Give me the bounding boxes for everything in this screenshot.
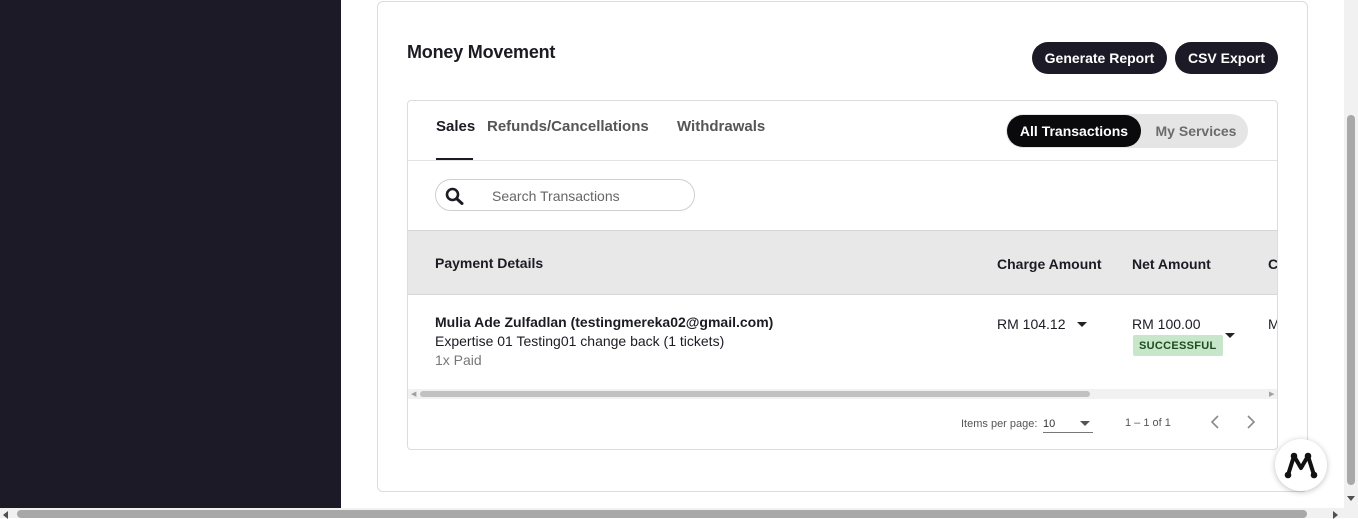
scroll-down-arrow-icon[interactable] — [1347, 496, 1355, 501]
tab-refunds-cancellations[interactable]: Refunds/Cancellations — [487, 118, 649, 135]
header-payment-details: Payment Details — [435, 255, 544, 271]
items-per-page-select[interactable]: 10 — [1043, 415, 1093, 433]
header-charge-amount: Charge Amount — [997, 256, 1102, 272]
charge-amount: RM 104.12 — [997, 316, 1066, 332]
money-movement-card: Money Movement Generate Report CSV Expor… — [377, 1, 1308, 492]
tab-withdrawals[interactable]: Withdrawals — [677, 118, 765, 135]
net-amount: RM 100.00 — [1132, 316, 1201, 332]
items-per-page-value: 10 — [1043, 418, 1056, 430]
page-horizontal-scrollbar[interactable] — [0, 508, 1358, 519]
header-truncated-column: C — [1268, 256, 1278, 272]
mereka-logo-icon — [1284, 452, 1318, 479]
my-services-toggle[interactable]: My Services — [1146, 115, 1246, 147]
page-range-label: 1 – 1 of 1 — [1125, 417, 1171, 429]
table-scroll-thumb[interactable] — [420, 391, 1090, 397]
all-transactions-toggle[interactable]: All Transactions — [1007, 115, 1141, 147]
status-badge: SUCCESSFUL — [1133, 335, 1223, 356]
previous-page-button[interactable] — [1205, 412, 1225, 432]
generate-report-button[interactable]: Generate Report — [1032, 42, 1167, 74]
payment-count: 1x Paid — [435, 352, 482, 368]
page-title: Money Movement — [407, 42, 556, 62]
net-dropdown-icon[interactable] — [1225, 333, 1235, 338]
next-page-button[interactable] — [1241, 412, 1261, 432]
search-icon[interactable] — [445, 187, 465, 205]
table-header: Payment Details Charge Amount Net Amount… — [408, 230, 1277, 295]
chevron-down-icon — [1080, 421, 1090, 426]
horizontal-scroll-thumb[interactable] — [17, 510, 1307, 518]
transactions-panel: Sales Refunds/Cancellations Withdrawals … — [407, 100, 1278, 450]
vertical-scroll-thumb[interactable] — [1347, 115, 1355, 485]
items-per-page-label: Items per page: — [961, 418, 1038, 430]
search-input[interactable] — [492, 185, 682, 207]
dark-side-panel — [0, 0, 341, 508]
chevron-left-icon — [1210, 415, 1219, 429]
active-tab-indicator — [436, 158, 473, 160]
event-description: Expertise 01 Testing01 change back (1 ti… — [435, 333, 725, 349]
paginator: Items per page: 10 1 – 1 of 1 — [408, 399, 1277, 449]
payer-name: Mulia Ade Zulfadlan (testingmereka02@gma… — [435, 314, 774, 330]
charge-dropdown-icon[interactable] — [1077, 322, 1087, 327]
scroll-left-arrow-icon[interactable]: ◀ — [411, 391, 416, 398]
tab-bar: Sales Refunds/Cancellations Withdrawals … — [408, 101, 1277, 161]
search-box — [435, 179, 695, 211]
scroll-right-arrow-icon[interactable]: ▶ — [1269, 391, 1274, 398]
page-vertical-scrollbar[interactable] — [1344, 0, 1358, 508]
csv-export-button[interactable]: CSV Export — [1175, 42, 1278, 74]
header-net-amount: Net Amount — [1132, 256, 1211, 272]
tab-sales[interactable]: Sales — [436, 118, 475, 135]
table-row[interactable]: Mulia Ade Zulfadlan (testingmereka02@gma… — [408, 295, 1277, 389]
truncated-cell: M — [1268, 316, 1277, 332]
table-horizontal-scrollbar[interactable]: ◀ ▶ — [408, 389, 1277, 399]
chat-launcher-button[interactable] — [1275, 439, 1327, 491]
chevron-right-icon — [1247, 415, 1256, 429]
transaction-filter-toggle: All Transactions My Services — [1006, 114, 1248, 148]
